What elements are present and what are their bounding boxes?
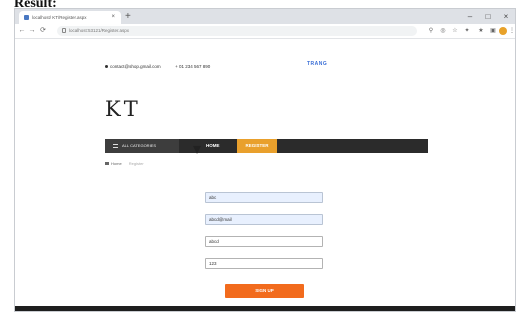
top-contact-info: contact@shop.gmail.com + 01 234 567 890 — [105, 64, 210, 69]
browser-tab[interactable]: localhost/ KT/Register.aspx × — [19, 11, 121, 24]
key-icon[interactable]: ⚲ — [427, 27, 435, 35]
tab-close-icon[interactable]: × — [111, 11, 115, 24]
reload-icon[interactable]: ⟳ — [39, 25, 47, 37]
reading-list-icon[interactable]: ★ — [477, 27, 485, 35]
menu-icon[interactable]: ⋮ — [508, 27, 515, 35]
site-logo[interactable]: KT — [105, 97, 141, 121]
back-icon[interactable]: ← — [18, 25, 26, 37]
address-url: localhost:53121/Register.aspx — [69, 28, 130, 33]
sidebar-icon[interactable]: ▣ — [489, 27, 497, 35]
confirm-field[interactable]: 123 — [205, 258, 323, 269]
tab-bar: localhost/ KT/Register.aspx × + – □ × — [15, 9, 515, 24]
close-window-button[interactable]: × — [497, 9, 515, 24]
categories-dropdown[interactable]: ALL CATEGORIES — [105, 139, 179, 153]
browser-toolbar: ← → ⟳ localhost:53121/Register.aspx ⚲ ◎ … — [15, 24, 515, 39]
forward-icon[interactable]: → — [28, 25, 36, 37]
info-icon[interactable] — [62, 28, 66, 33]
breadcrumb-current: Register — [128, 161, 144, 166]
minimize-button[interactable]: – — [461, 9, 479, 24]
main-navbar: ALL CATEGORIES ▾ HOME REGISTER — [105, 139, 428, 158]
mail-icon — [105, 65, 108, 69]
categories-label: ALL CATEGORIES — [122, 143, 157, 148]
contact-email: contact@shop.gmail.com — [110, 64, 161, 69]
breadcrumb-home[interactable]: Home — [111, 161, 122, 166]
translate-icon[interactable]: ◎ — [439, 27, 447, 35]
chevron-down-icon: ▾ — [193, 141, 202, 158]
nav-home-link[interactable]: HOME — [206, 139, 220, 153]
password-field[interactable]: abcd — [205, 236, 323, 247]
favicon-icon — [24, 15, 29, 20]
menu-icon — [113, 144, 118, 148]
contact-phone: + 01 234 567 890 — [175, 64, 211, 69]
new-tab-button[interactable]: + — [125, 10, 131, 23]
address-bar[interactable]: localhost:53121/Register.aspx — [57, 26, 417, 36]
top-link[interactable]: TRANG — [307, 61, 327, 67]
home-icon — [105, 162, 109, 166]
browser-window: localhost/ KT/Register.aspx × + – □ × ← … — [14, 8, 516, 312]
maximize-button[interactable]: □ — [479, 9, 497, 24]
email-field[interactable]: abcd@mail — [205, 214, 323, 225]
submit-button[interactable]: SIGN UP — [225, 284, 304, 298]
breadcrumb: Home Register — [105, 161, 144, 166]
tab-title: localhost/ KT/Register.aspx — [32, 15, 87, 20]
extension-icon[interactable]: ✦ — [463, 27, 471, 35]
nav-register-link[interactable]: REGISTER — [237, 139, 277, 153]
web-page: contact@shop.gmail.com + 01 234 567 890 … — [15, 39, 515, 311]
star-icon[interactable]: ☆ — [451, 27, 459, 35]
footer-bar — [15, 306, 515, 311]
username-field[interactable]: abc — [205, 192, 323, 203]
profile-avatar[interactable] — [499, 27, 507, 35]
